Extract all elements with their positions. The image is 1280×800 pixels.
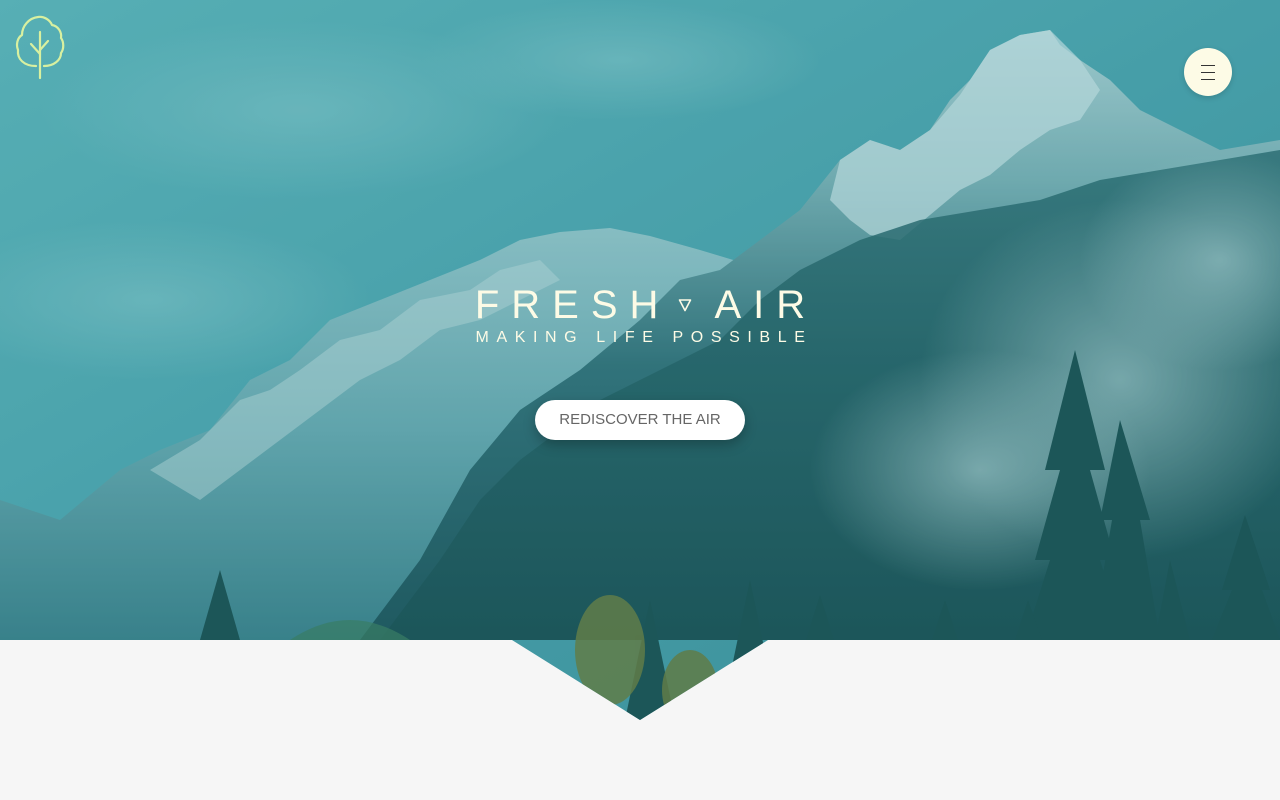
mountain-background-image <box>0 0 1280 720</box>
menu-button[interactable] <box>1184 48 1232 96</box>
hamburger-icon-line-bottom <box>1201 79 1215 80</box>
triangle-down-icon <box>679 299 692 312</box>
landing-page: FRESH AIR MAKING LIFE POSSIBLE REDISCOVE… <box>0 0 1280 800</box>
hero-title-right: AIR <box>714 283 818 327</box>
logo[interactable] <box>14 14 66 84</box>
tree-icon <box>15 15 65 80</box>
hero-tagline: MAKING LIFE POSSIBLE <box>475 329 813 346</box>
rediscover-button[interactable]: REDISCOVER THE AIR <box>535 400 745 440</box>
hero-title: FRESH AIR <box>463 282 817 328</box>
hero-brand: FRESH AIR MAKING LIFE POSSIBLE <box>0 282 1280 348</box>
hero-title-left: FRESH <box>474 283 671 327</box>
hamburger-icon-line-top <box>1201 65 1215 66</box>
hero-section <box>0 0 1280 720</box>
hamburger-icon-line-middle <box>1201 72 1215 73</box>
